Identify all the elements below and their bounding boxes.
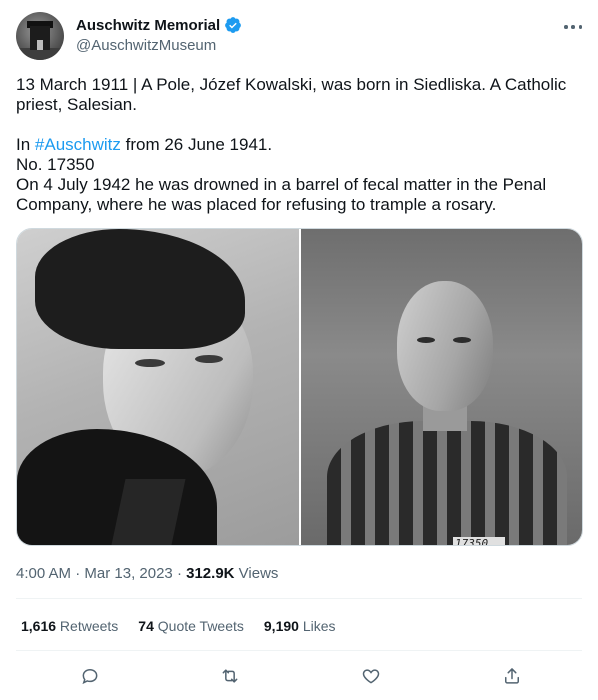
quotes-stat[interactable]: 74 Quote Tweets (138, 618, 244, 634)
more-options-icon[interactable] (564, 18, 582, 36)
portrait-hair (35, 229, 245, 349)
tweet-card: Auschwitz Memorial @AuschwitzMuseum 13 M… (0, 0, 598, 700)
tweet-line-1: 13 March 1911 | A Pole, Józef Kowalski, … (16, 75, 567, 114)
hashtag-link[interactable]: #Auschwitz (35, 135, 121, 154)
retweets-count: 1,616 (21, 618, 57, 634)
like-icon[interactable] (359, 664, 383, 688)
retweet-icon[interactable] (218, 664, 242, 688)
portrait-eye (195, 355, 223, 363)
prisoner-head (397, 281, 493, 411)
divider (16, 598, 582, 599)
prisoner-uniform (327, 421, 567, 545)
prisoner-eye (453, 337, 471, 343)
meta-separator: · (172, 565, 187, 582)
likes-stat[interactable]: 9,190 Likes (264, 618, 336, 634)
prisoner-number-text: 17350 (455, 537, 489, 545)
retweets-stat[interactable]: 1,616 Retweets (21, 618, 118, 634)
tweet-line-2-suffix: from 26 June 1941. (120, 135, 273, 154)
meta-separator: · (71, 565, 85, 582)
tweet-line-3: No. 17350 (16, 155, 95, 174)
tweet-date[interactable]: Mar 13, 2023 (84, 565, 172, 582)
tweet-meta: 4:00 AM · Mar 13, 2023 · 312.9K Views (16, 565, 278, 582)
avatar-gate (37, 40, 43, 50)
tweet-actions (16, 664, 582, 688)
divider (16, 650, 582, 651)
prisoner-eye (417, 337, 435, 343)
views-label: Views (234, 565, 279, 582)
tweet-line-2: In #Auschwitz from 26 June 1941. (16, 135, 582, 155)
display-name[interactable]: Auschwitz Memorial (76, 17, 220, 34)
photo-prisoner-right[interactable]: 17350 (301, 229, 582, 545)
tweet-line-2-prefix: In (16, 135, 35, 154)
reply-icon[interactable] (78, 664, 102, 688)
portrait-eye (135, 359, 165, 367)
quotes-count: 74 (138, 618, 154, 634)
tweet-stats: 1,616 Retweets 74 Quote Tweets 9,190 Lik… (21, 618, 356, 634)
name-row: Auschwitz Memorial (76, 16, 242, 34)
tweet-text: 13 March 1911 | A Pole, Józef Kowalski, … (16, 75, 582, 215)
tweet-time[interactable]: 4:00 AM (16, 565, 71, 582)
photo-portrait-left[interactable] (17, 229, 299, 545)
likes-count: 9,190 (263, 618, 299, 634)
likes-label: Likes (298, 618, 336, 634)
views-count: 312.9K (186, 565, 235, 582)
verified-badge-icon (225, 17, 242, 33)
retweets-label: Retweets (56, 618, 119, 634)
handle[interactable]: @AuschwitzMuseum (76, 37, 216, 54)
quotes-label: Quote Tweets (153, 618, 244, 634)
share-icon[interactable] (500, 664, 524, 688)
tweet-media[interactable]: 17350 (16, 228, 583, 546)
avatar[interactable] (16, 12, 64, 60)
tweet-header: Auschwitz Memorial @AuschwitzMuseum (16, 12, 582, 60)
tweet-line-4: On 4 July 1942 he was drowned in a barre… (16, 175, 547, 214)
